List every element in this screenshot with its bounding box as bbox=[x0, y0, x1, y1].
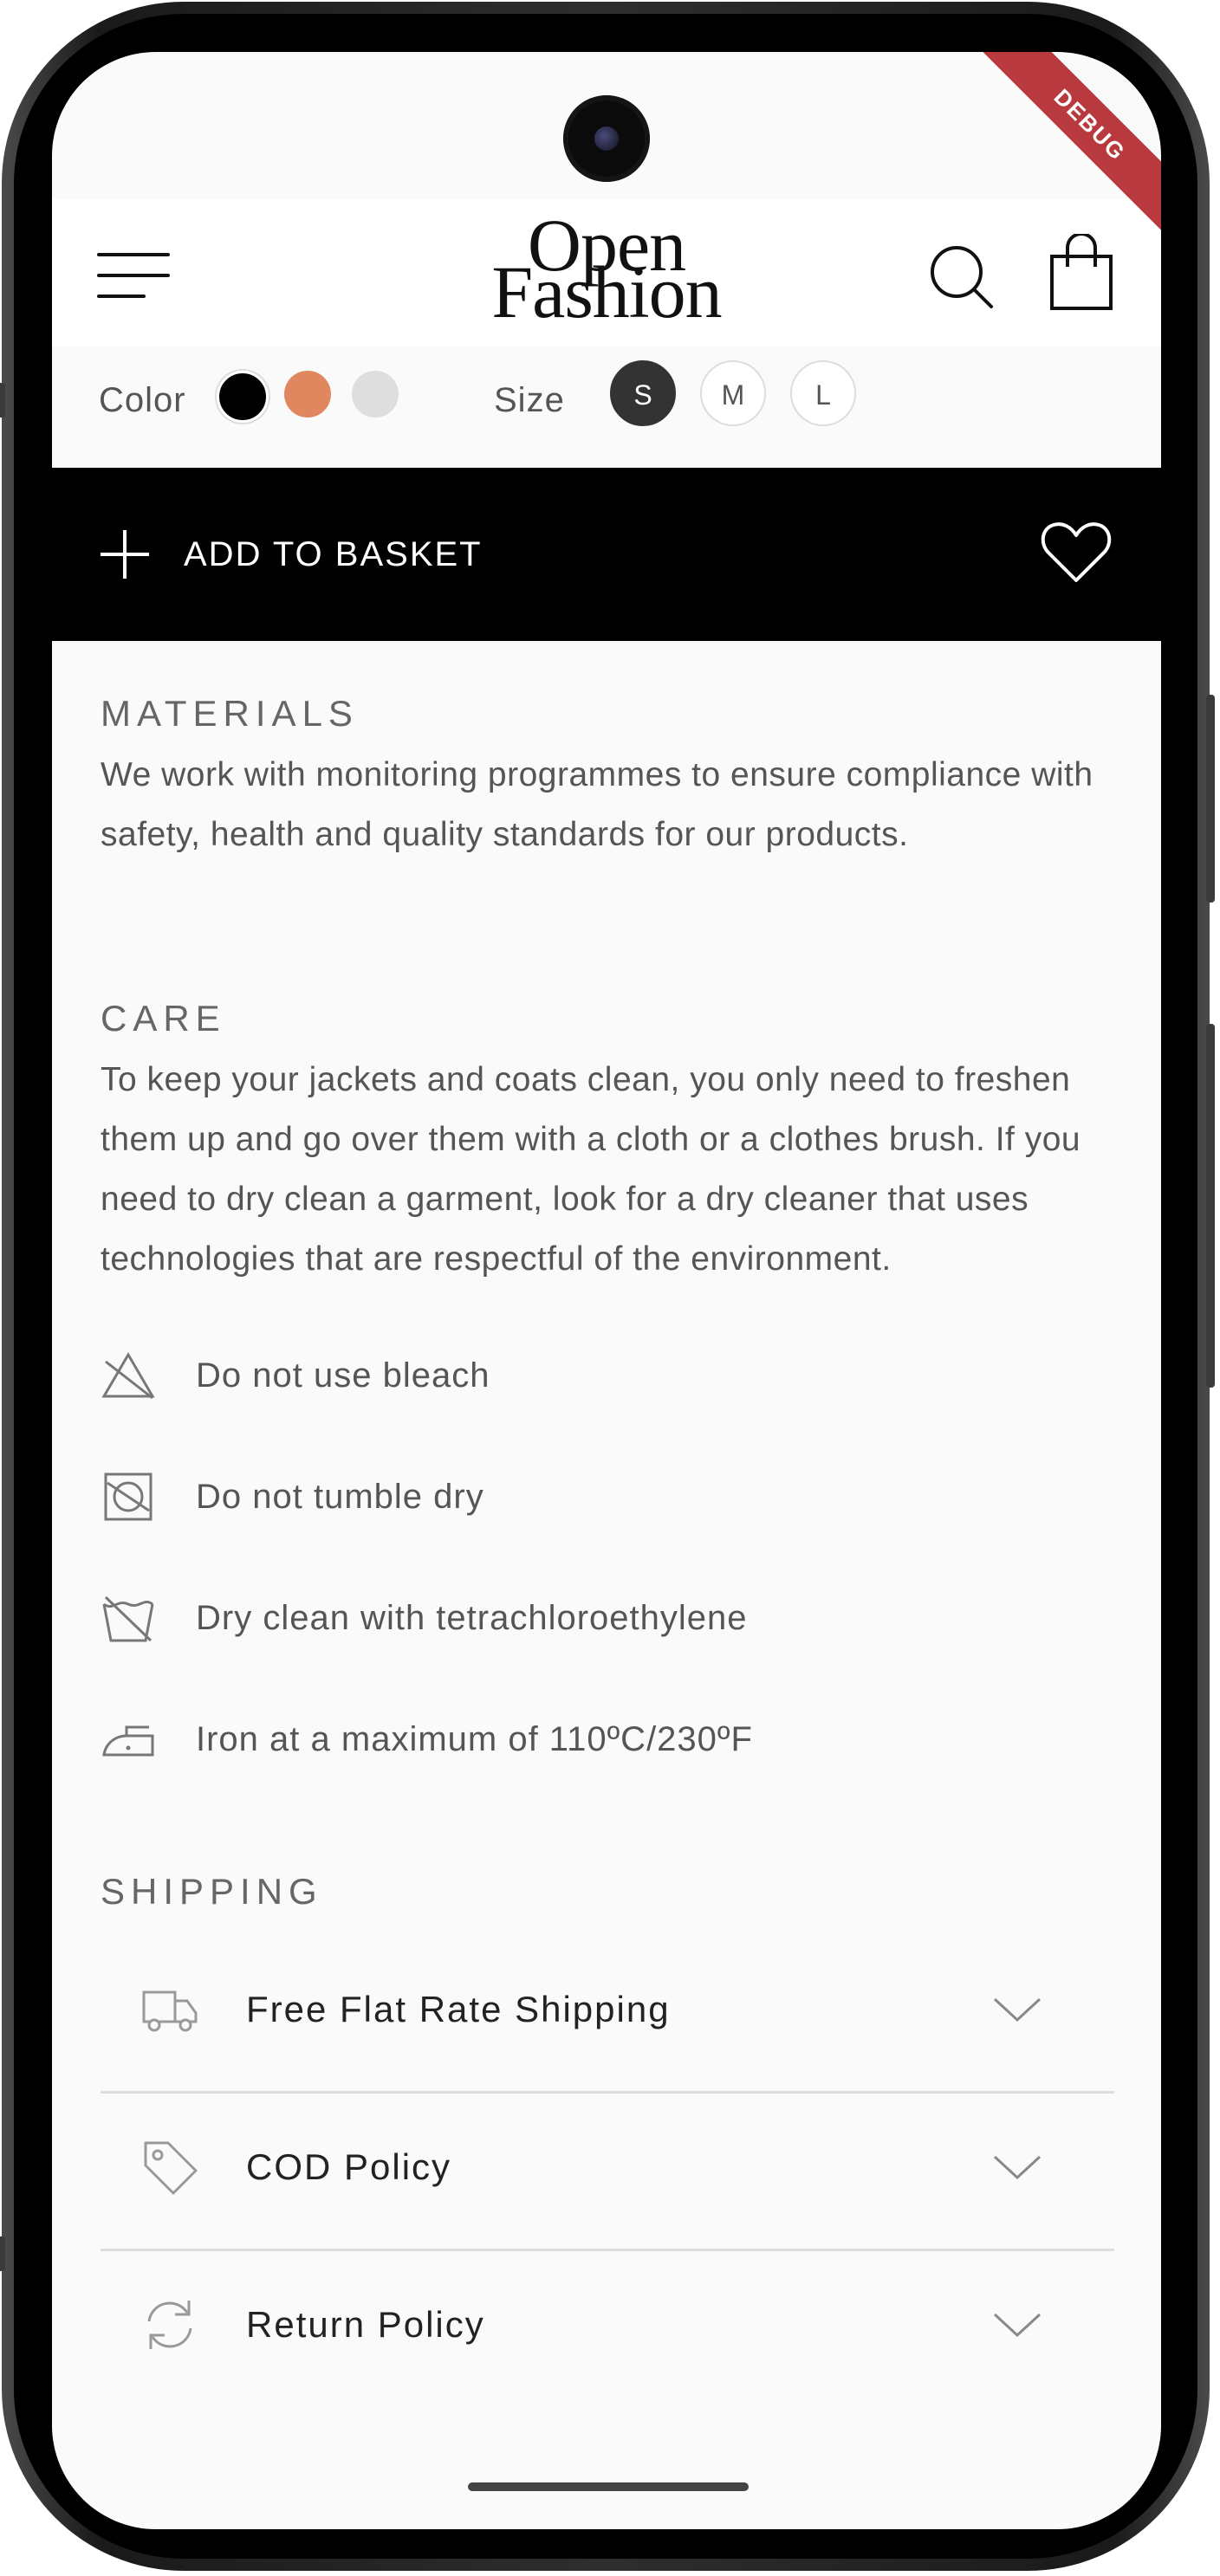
chevron-down-icon bbox=[993, 2155, 1042, 2180]
shipping-row-return-policy[interactable]: Return Policy bbox=[101, 2247, 1114, 2403]
add-to-basket-label: ADD TO BASKET bbox=[184, 535, 483, 573]
iron-icon bbox=[102, 1725, 154, 1757]
materials-title: MATERIALS bbox=[101, 693, 359, 734]
app-screen: Open Fashion Color Size S M L ADD TO BAS… bbox=[52, 52, 1161, 2529]
refresh-icon bbox=[147, 2301, 192, 2349]
volume-down-button bbox=[1206, 1024, 1215, 1388]
shipping-label: Free Flat Rate Shipping bbox=[246, 1989, 671, 2029]
front-camera bbox=[563, 95, 650, 182]
volume-up-button bbox=[1206, 695, 1215, 903]
add-to-basket-bar: ADD TO BASKET bbox=[52, 468, 1161, 641]
search-button[interactable] bbox=[927, 243, 996, 312]
care-item-dry-clean: Dry clean with tetrachloroethylene bbox=[101, 1583, 1114, 1653]
favorite-button[interactable] bbox=[1040, 516, 1113, 589]
search-icon bbox=[931, 246, 993, 308]
tag-icon bbox=[144, 2141, 198, 2195]
color-swatch-light-gray[interactable] bbox=[352, 371, 399, 417]
chevron-down-icon bbox=[993, 1997, 1042, 2023]
care-text: To keep your jackets and coats clean, yo… bbox=[101, 1061, 1081, 1278]
bag-button[interactable] bbox=[1048, 232, 1114, 312]
side-button-action bbox=[0, 383, 5, 417]
no-bleach-icon bbox=[101, 1352, 155, 1400]
truck-icon bbox=[142, 1990, 198, 2032]
color-label: Color bbox=[99, 381, 186, 419]
shopping-bag-icon bbox=[1050, 232, 1113, 310]
side-button-lower bbox=[0, 2236, 5, 2271]
shipping-label: Return Policy bbox=[246, 2304, 485, 2345]
care-item-iron: Iron at a maximum of 110ºC/230ºF bbox=[101, 1705, 1114, 1774]
care-label: Do not use bleach bbox=[196, 1356, 490, 1395]
care-item-no-tumble-dry: Do not tumble dry bbox=[101, 1462, 1114, 1531]
care-title: CARE bbox=[101, 998, 226, 1039]
color-swatch-black[interactable] bbox=[217, 371, 269, 423]
app-header: Open Fashion bbox=[52, 199, 1161, 346]
materials-text: We work with monitoring programmes to en… bbox=[101, 756, 1093, 853]
care-label: Iron at a maximum of 110ºC/230ºF bbox=[196, 1720, 753, 1758]
size-l-button[interactable]: L bbox=[790, 360, 856, 426]
no-tumble-dry-icon bbox=[104, 1472, 152, 1521]
size-label: Size bbox=[494, 381, 565, 419]
heart-icon bbox=[1041, 522, 1112, 582]
shipping-row-free-flat-rate[interactable]: Free Flat Rate Shipping bbox=[101, 1932, 1114, 2087]
care-item-no-bleach: Do not use bleach bbox=[101, 1341, 1114, 1410]
home-indicator[interactable] bbox=[468, 2482, 749, 2491]
size-m-button[interactable]: M bbox=[700, 360, 766, 426]
care-label: Do not tumble dry bbox=[196, 1478, 484, 1516]
shipping-row-cod-policy[interactable]: COD Policy bbox=[101, 2089, 1114, 2245]
shipping-label: COD Policy bbox=[246, 2146, 452, 2187]
shipping-title: SHIPPING bbox=[101, 1871, 323, 1912]
color-swatch-orange[interactable] bbox=[284, 371, 331, 417]
care-label: Dry clean with tetrachloroethylene bbox=[196, 1599, 748, 1637]
dry-clean-icon bbox=[102, 1595, 154, 1642]
chevron-down-icon bbox=[993, 2313, 1042, 2338]
size-s-button[interactable]: S bbox=[610, 360, 676, 426]
product-options: Color Size S M L bbox=[52, 346, 1161, 468]
